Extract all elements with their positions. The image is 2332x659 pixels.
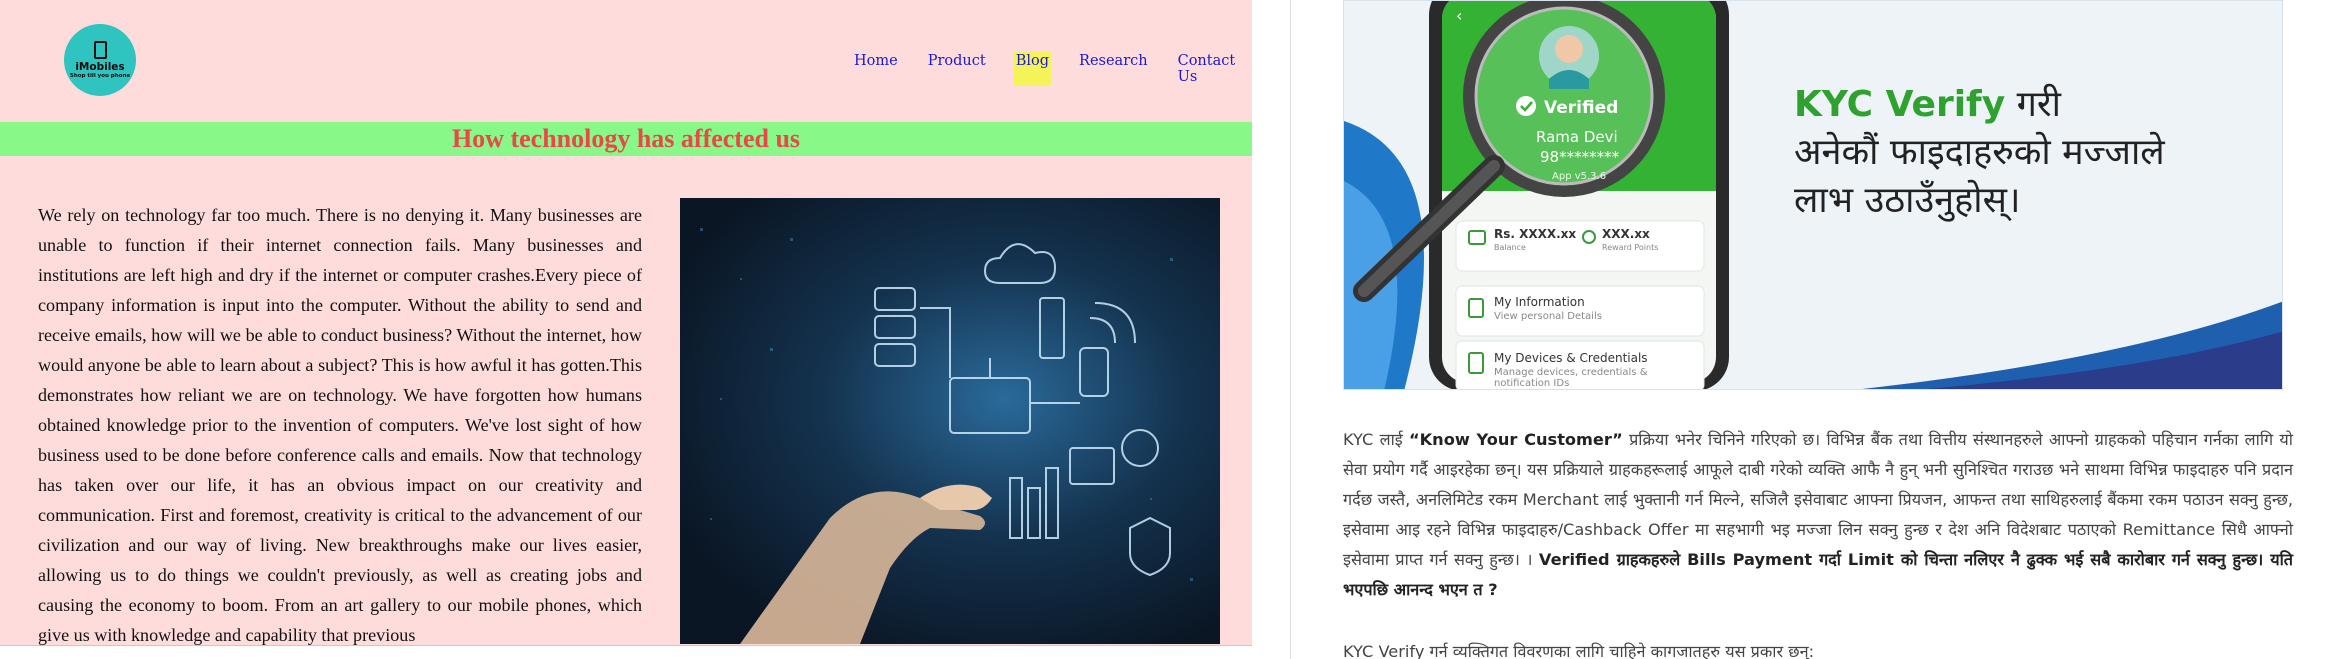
menu-my-information-sub: View personal Details bbox=[1494, 311, 1602, 322]
kyc-verify-label: KYC Verify bbox=[1794, 84, 2006, 125]
reward-label: Reward Points bbox=[1602, 243, 1659, 252]
nav-home[interactable]: Home bbox=[852, 52, 900, 86]
menu-my-information[interactable]: My Information bbox=[1494, 295, 1585, 309]
kyc-paragraph-body: प्रक्रिया भनेर चिनिने गरिएको छ। विभिन्न … bbox=[1343, 430, 2293, 569]
logo-brand: iMobiles bbox=[75, 60, 125, 73]
kyc-heading-rest: गरी bbox=[2005, 84, 2061, 125]
reward-value: XXX.xx bbox=[1602, 227, 1650, 241]
nav-blog[interactable]: Blog bbox=[1013, 52, 1052, 86]
kyc-documents-heading: KYC Verify गर्न व्यक्तिगत विवरणका लागि च… bbox=[1343, 642, 1815, 659]
kyc-heading-line-2: अनेकौं फाइदाहरुको मज्जाले bbox=[1794, 132, 2165, 173]
kyc-banner-heading: KYC Verify गरी अनेकौं फाइदाहरुको मज्जाले… bbox=[1794, 81, 2165, 225]
kyc-paragraph-term: “Know Your Customer” bbox=[1409, 430, 1623, 449]
back-arrow-icon: ‹ bbox=[1456, 6, 1462, 25]
kyc-banner: ‹ Verified Rama Devi 98******** App v5.3… bbox=[1343, 0, 2283, 390]
balance-value: Rs. XXXX.xx bbox=[1494, 227, 1577, 241]
nav-product[interactable]: Product bbox=[926, 52, 988, 86]
mobile-phone-icon bbox=[93, 40, 107, 59]
main-nav: Home Product Blog Research Contact Us bbox=[852, 52, 1252, 86]
hand-shape bbox=[740, 491, 985, 644]
kyc-heading-line-3: लाभ उठाउँनुहोस्। bbox=[1794, 180, 2021, 221]
logo-tagline: Shop till you phone bbox=[69, 72, 131, 79]
balance-label: Balance bbox=[1494, 243, 1526, 252]
technology-hand-image bbox=[680, 198, 1220, 644]
user-phone: 98******** bbox=[1540, 148, 1620, 166]
nav-research[interactable]: Research bbox=[1077, 52, 1150, 86]
user-name: Rama Devi bbox=[1536, 128, 1618, 146]
page-title: How technology has affected us bbox=[451, 124, 801, 153]
imobiles-logo[interactable]: iMobiles Shop till you phone bbox=[64, 24, 136, 96]
nav-contact-us[interactable]: Contact Us bbox=[1176, 52, 1238, 86]
kyc-paragraph-intro: KYC लाई bbox=[1343, 430, 1409, 449]
imobiles-blog-page: iMobiles Shop till you phone Home Produc… bbox=[0, 0, 1252, 646]
app-version: App v5.3.6 bbox=[1552, 171, 1607, 182]
kyc-article-page: ‹ Verified Rama Devi 98******** App v5.3… bbox=[1293, 0, 2332, 659]
kyc-paragraph: KYC लाई “Know Your Customer” प्रक्रिया भ… bbox=[1343, 425, 2293, 605]
menu-my-devices-sub: Manage devices, credentials & notificati… bbox=[1494, 367, 1648, 389]
verified-check-icon bbox=[1516, 96, 1536, 116]
verified-label: Verified bbox=[1544, 98, 1619, 118]
article-body: We rely on technology far too much. Ther… bbox=[38, 205, 642, 645]
title-bar: How technology has affected us bbox=[0, 122, 1252, 156]
technology-illustration bbox=[700, 228, 1193, 644]
menu-my-devices[interactable]: My Devices & Credentials bbox=[1494, 351, 1648, 365]
page-divider bbox=[1290, 0, 1291, 659]
